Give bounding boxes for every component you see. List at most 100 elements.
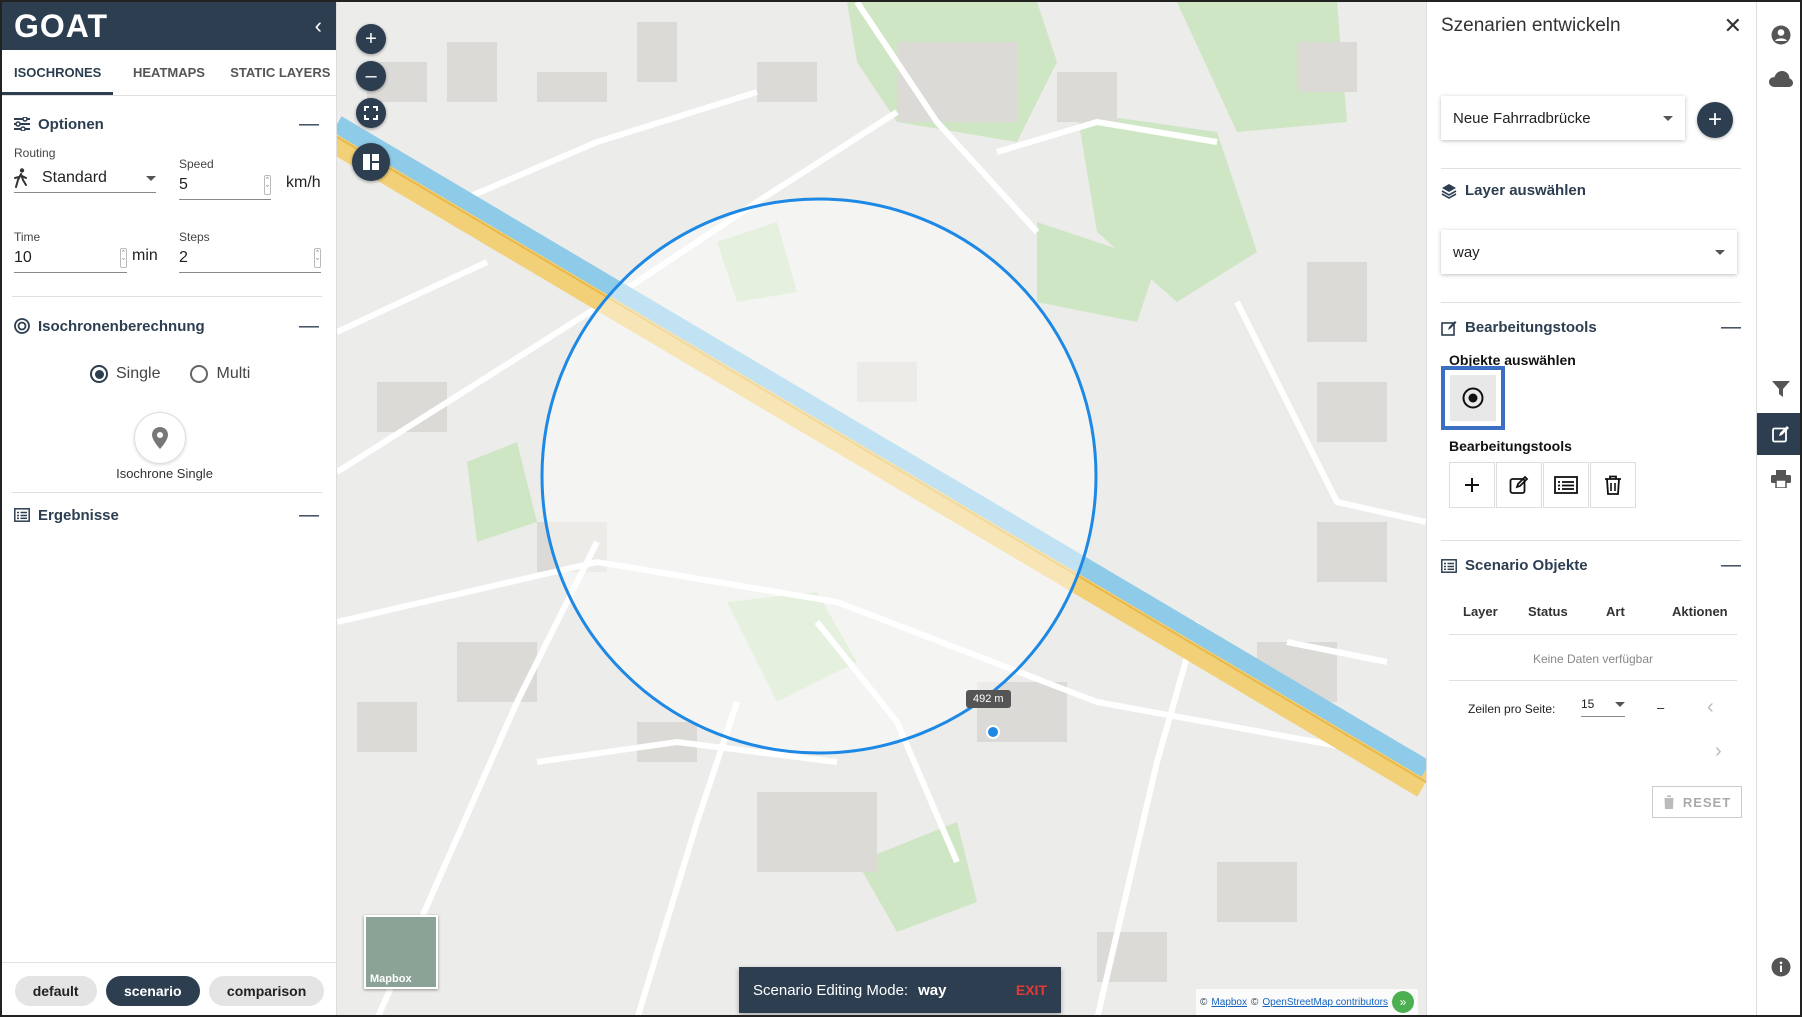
osm-link[interactable]: OpenStreetMap contributors — [1262, 997, 1388, 1008]
mapbox-link[interactable]: Mapbox — [1211, 997, 1247, 1008]
collapse-options-icon[interactable]: — — [299, 113, 319, 136]
add-feature-button[interactable] — [1449, 462, 1495, 508]
edit-feature-button[interactable] — [1496, 462, 1542, 508]
steps-label: Steps — [179, 230, 210, 244]
print-button[interactable] — [1757, 458, 1800, 500]
speed-unit: km/h — [286, 174, 321, 191]
scenario-select[interactable]: Neue Fahrradbrücke — [1441, 96, 1685, 140]
scenario-panel-header: Szenarien entwickeln ✕ — [1427, 2, 1756, 50]
select-objects-highlight — [1441, 366, 1505, 430]
calc-type-radio-group: Single Multi — [90, 365, 250, 383]
table-header-status[interactable]: Status — [1528, 604, 1568, 619]
speed-input[interactable]: Speed 5 ˆˇ — [179, 157, 271, 200]
routing-label: Routing — [14, 146, 56, 160]
mode-comparison-button[interactable]: comparison — [208, 976, 325, 1006]
tools-section-header: Bearbeitungstools — — [1441, 316, 1741, 339]
tab-isochrones[interactable]: ISOCHRONES — [2, 50, 114, 95]
objects-section-header: Scenario Objekte — — [1441, 554, 1741, 577]
mode-bar-label: Scenario Editing Mode: — [753, 981, 909, 999]
attribute-table-button[interactable] — [1543, 462, 1589, 508]
chevron-down-icon — [1615, 701, 1625, 707]
divider — [12, 296, 322, 297]
radio-single[interactable]: Single — [90, 365, 160, 383]
divider — [1449, 634, 1737, 635]
expand-attribution-icon[interactable]: » — [1392, 991, 1414, 1013]
logo-bar: GOAT ‹ — [2, 2, 336, 50]
fullscreen-icon — [364, 106, 378, 120]
divider — [1449, 680, 1737, 681]
isochrone-single-button[interactable] — [134, 412, 186, 464]
mode-scenario-button[interactable]: scenario — [105, 976, 200, 1006]
left-panel: GOAT ‹ ISOCHRONES HEATMAPS STATIC LAYERS… — [2, 2, 337, 1015]
prev-page-icon[interactable]: ‹ — [1707, 696, 1714, 719]
trash-icon — [1605, 475, 1621, 495]
tab-heatmaps[interactable]: HEATMAPS — [113, 50, 224, 95]
radio-target-icon — [1462, 387, 1484, 409]
map-pin-icon — [152, 427, 168, 449]
options-section-header[interactable]: Optionen — — [2, 102, 337, 146]
tools-section-title: Bearbeitungstools — [1465, 319, 1597, 336]
account-button[interactable] — [1757, 14, 1800, 56]
tab-static-layers[interactable]: STATIC LAYERS — [225, 50, 336, 95]
isochrone-single-label: Isochrone Single — [116, 466, 213, 481]
next-page-icon[interactable]: › — [1715, 740, 1722, 763]
layer-select[interactable]: way — [1441, 230, 1737, 274]
cloud-button[interactable] — [1757, 58, 1800, 100]
steps-value: 2 — [179, 249, 188, 266]
mode-switcher: default scenario comparison — [2, 962, 337, 1015]
exit-mode-button[interactable]: EXIT — [1016, 982, 1047, 998]
scenario-panel: Szenarien entwickeln ✕ Neue Fahrradbrück… — [1426, 2, 1756, 1015]
divider — [1441, 302, 1741, 303]
fullscreen-button[interactable] — [356, 98, 386, 128]
radio-multi[interactable]: Multi — [190, 365, 250, 383]
mode-default-button[interactable]: default — [14, 976, 97, 1006]
routing-select[interactable]: Routing Standard — [14, 146, 156, 193]
collapse-tools-icon[interactable]: — — [1721, 316, 1741, 339]
target-icon — [14, 318, 30, 334]
add-scenario-button[interactable]: + — [1697, 102, 1733, 138]
filter-button[interactable] — [1757, 368, 1800, 410]
table-header-layer[interactable]: Layer — [1463, 604, 1498, 619]
time-input[interactable]: Time 10 ˆˇ — [14, 230, 127, 273]
tab-bar: ISOCHRONES HEATMAPS STATIC LAYERS — [2, 50, 336, 96]
scenario-edit-button[interactable] — [1757, 413, 1800, 455]
edit-tools-label: Bearbeitungstools — [1449, 438, 1572, 454]
stepper-icon[interactable]: ˆˇ — [314, 248, 321, 268]
map-canvas[interactable]: + – 492 m Mapbox Scenario Editing Mode: … — [337, 2, 1426, 1015]
close-icon[interactable]: ✕ — [1724, 13, 1742, 39]
table-header-actions[interactable]: Aktionen — [1672, 604, 1728, 619]
select-objects-button[interactable] — [1450, 375, 1496, 421]
collapse-panel-icon[interactable]: ‹ — [315, 13, 322, 39]
map-layers-button[interactable] — [352, 143, 390, 181]
basemap-label: Mapbox — [370, 973, 412, 985]
radio-checked-icon — [90, 365, 108, 383]
delete-feature-button[interactable] — [1590, 462, 1636, 508]
steps-input[interactable]: Steps 2 ˆˇ — [179, 230, 321, 273]
divider — [1441, 540, 1741, 541]
list-icon — [1554, 476, 1578, 494]
divider — [1441, 168, 1741, 169]
pencil-square-icon — [1509, 475, 1529, 494]
layer-select-value: way — [1453, 243, 1480, 261]
results-section-header[interactable]: Ergebnisse — — [2, 493, 337, 537]
layer-section-title: Layer auswählen — [1465, 182, 1586, 199]
cloud-icon — [1769, 71, 1793, 87]
basemap-switcher[interactable]: Mapbox — [364, 915, 438, 989]
rows-per-page-select[interactable]: 15 — [1581, 697, 1625, 717]
collapse-results-icon[interactable]: — — [299, 504, 319, 527]
table-header-art[interactable]: Art — [1606, 604, 1625, 619]
reset-button[interactable]: RESET — [1652, 786, 1742, 818]
stepper-icon[interactable]: ˆˇ — [120, 248, 127, 268]
chevron-down-icon — [1715, 249, 1725, 255]
plus-icon — [1465, 478, 1479, 492]
options-title: Optionen — [38, 115, 104, 133]
calc-section-header[interactable]: Isochronenberechnung — — [2, 304, 337, 348]
zoom-out-button[interactable]: – — [356, 61, 386, 91]
calc-title: Isochronenberechnung — [38, 317, 205, 335]
stepper-icon[interactable]: ˆˇ — [264, 175, 271, 195]
info-button[interactable] — [1757, 946, 1800, 988]
zoom-in-button[interactable]: + — [356, 24, 386, 54]
pagination-range: – — [1657, 700, 1665, 715]
collapse-objects-icon[interactable]: — — [1721, 554, 1741, 577]
collapse-calc-icon[interactable]: — — [299, 315, 319, 338]
